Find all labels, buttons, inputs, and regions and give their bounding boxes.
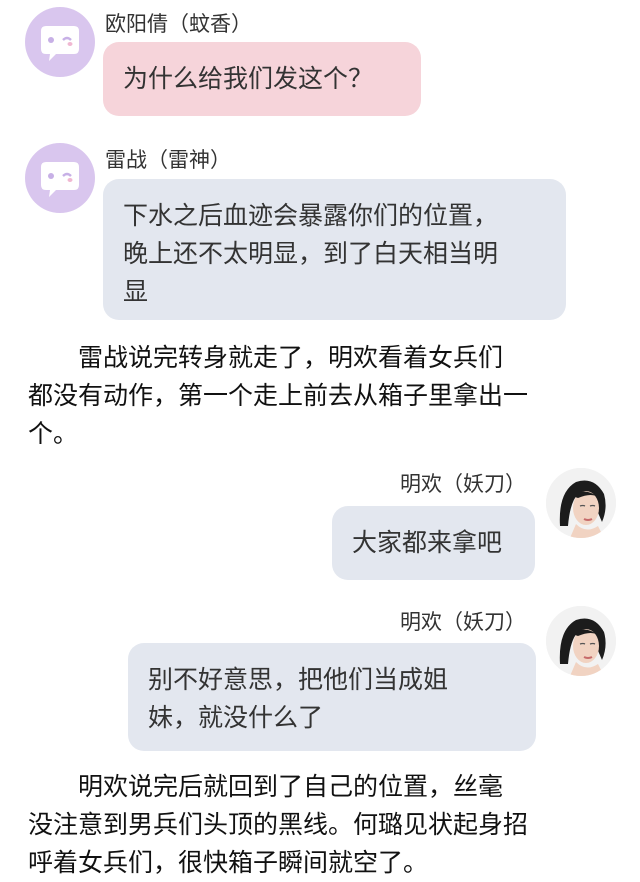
narration-line: 个。 xyxy=(28,419,79,448)
sender-name: 雷战（雷神） xyxy=(105,148,231,172)
chat-bubble-face-icon xyxy=(41,26,79,61)
message-text: 为什么给我们发这个？ xyxy=(123,64,374,93)
sender-name: 明欢（妖刀） xyxy=(400,472,526,496)
message-text-line: 妹，就没什么了 xyxy=(148,703,324,732)
portrait-photo xyxy=(546,606,616,676)
chat-bubble-face-icon xyxy=(41,162,79,197)
narration-line: 没注意到男兵们头顶的黑线。何璐见状起身招 xyxy=(28,810,529,839)
message-bubble[interactable]: 大家都来拿吧 xyxy=(332,506,535,580)
message-text-line: 显 xyxy=(123,277,149,306)
avatar-ouyangqian[interactable] xyxy=(25,7,95,77)
message-bubble[interactable]: 为什么给我们发这个？ xyxy=(103,42,421,116)
narration-line: 明欢说完后就回到了自己的位置，丝毫 xyxy=(28,772,504,801)
message-text: 大家都来拿吧 xyxy=(352,528,503,557)
portrait-photo xyxy=(546,468,616,538)
avatar-minghuan[interactable] xyxy=(546,468,616,538)
message-bubble[interactable]: 别不好意思，把他们当成姐 妹，就没什么了 xyxy=(128,643,536,751)
narration-paragraph: 明欢说完后就回到了自己的位置，丝毫 没注意到男兵们头顶的黑线。何璐见状起身招 呼… xyxy=(28,768,628,882)
sender-name: 欧阳倩（蚊香） xyxy=(105,12,252,36)
sender-name: 明欢（妖刀） xyxy=(400,610,526,634)
narration-line: 都没有动作，第一个走上前去从箱子里拿出一 xyxy=(28,381,529,410)
avatar-leizhan[interactable] xyxy=(25,143,95,213)
narration-line: 呼着女兵们，很快箱子瞬间就空了。 xyxy=(28,848,429,877)
message-bubble[interactable]: 下水之后血迹会暴露你们的位置， 晚上还不太明显，到了白天相当明 显 xyxy=(103,179,566,320)
avatar-minghuan[interactable] xyxy=(546,606,616,676)
message-text-line: 晚上还不太明显，到了白天相当明 xyxy=(123,239,499,268)
message-text-line: 下水之后血迹会暴露你们的位置， xyxy=(123,201,499,230)
narration-line: 雷战说完转身就走了，明欢看着女兵们 xyxy=(28,343,504,372)
narration-paragraph: 雷战说完转身就走了，明欢看着女兵们 都没有动作，第一个走上前去从箱子里拿出一 个… xyxy=(28,339,628,453)
message-text-line: 别不好意思，把他们当成姐 xyxy=(148,665,449,694)
